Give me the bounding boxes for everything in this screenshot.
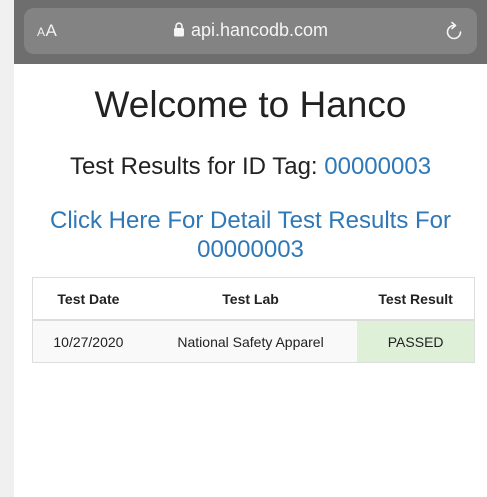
header-test-lab: Test Lab [143, 277, 358, 321]
table-row: 10/27/2020 National Safety Apparel PASSE… [31, 320, 476, 363]
lock-icon [173, 21, 185, 42]
address-bar[interactable]: AA api.hancodb.com [24, 8, 477, 54]
detail-results-link[interactable]: Click Here For Detail Test Results For 0… [14, 206, 487, 264]
test-results-heading: Test Results for ID Tag: 00000003 [14, 152, 487, 182]
url-text: api.hancodb.com [190, 20, 329, 40]
results-table: Test Date Test Lab Test Result 10/27/202… [31, 277, 476, 363]
reload-icon[interactable] [443, 20, 465, 42]
status-badge: PASSED [357, 320, 476, 363]
cell-test-lab: National Safety Apparel [143, 320, 358, 363]
cell-test-date: 10/27/2020 [31, 320, 144, 363]
id-tag-link[interactable]: 00000003 [324, 153, 431, 180]
table-header-row: Test Date Test Lab Test Result [31, 277, 476, 321]
subtitle-prefix: Test Results for ID Tag: [69, 153, 325, 180]
url-display[interactable]: api.hancodb.com [24, 20, 477, 42]
header-test-date: Test Date [31, 277, 144, 321]
page-title: Welcome to Hanco [94, 84, 407, 125]
header-test-result: Test Result [357, 277, 476, 321]
